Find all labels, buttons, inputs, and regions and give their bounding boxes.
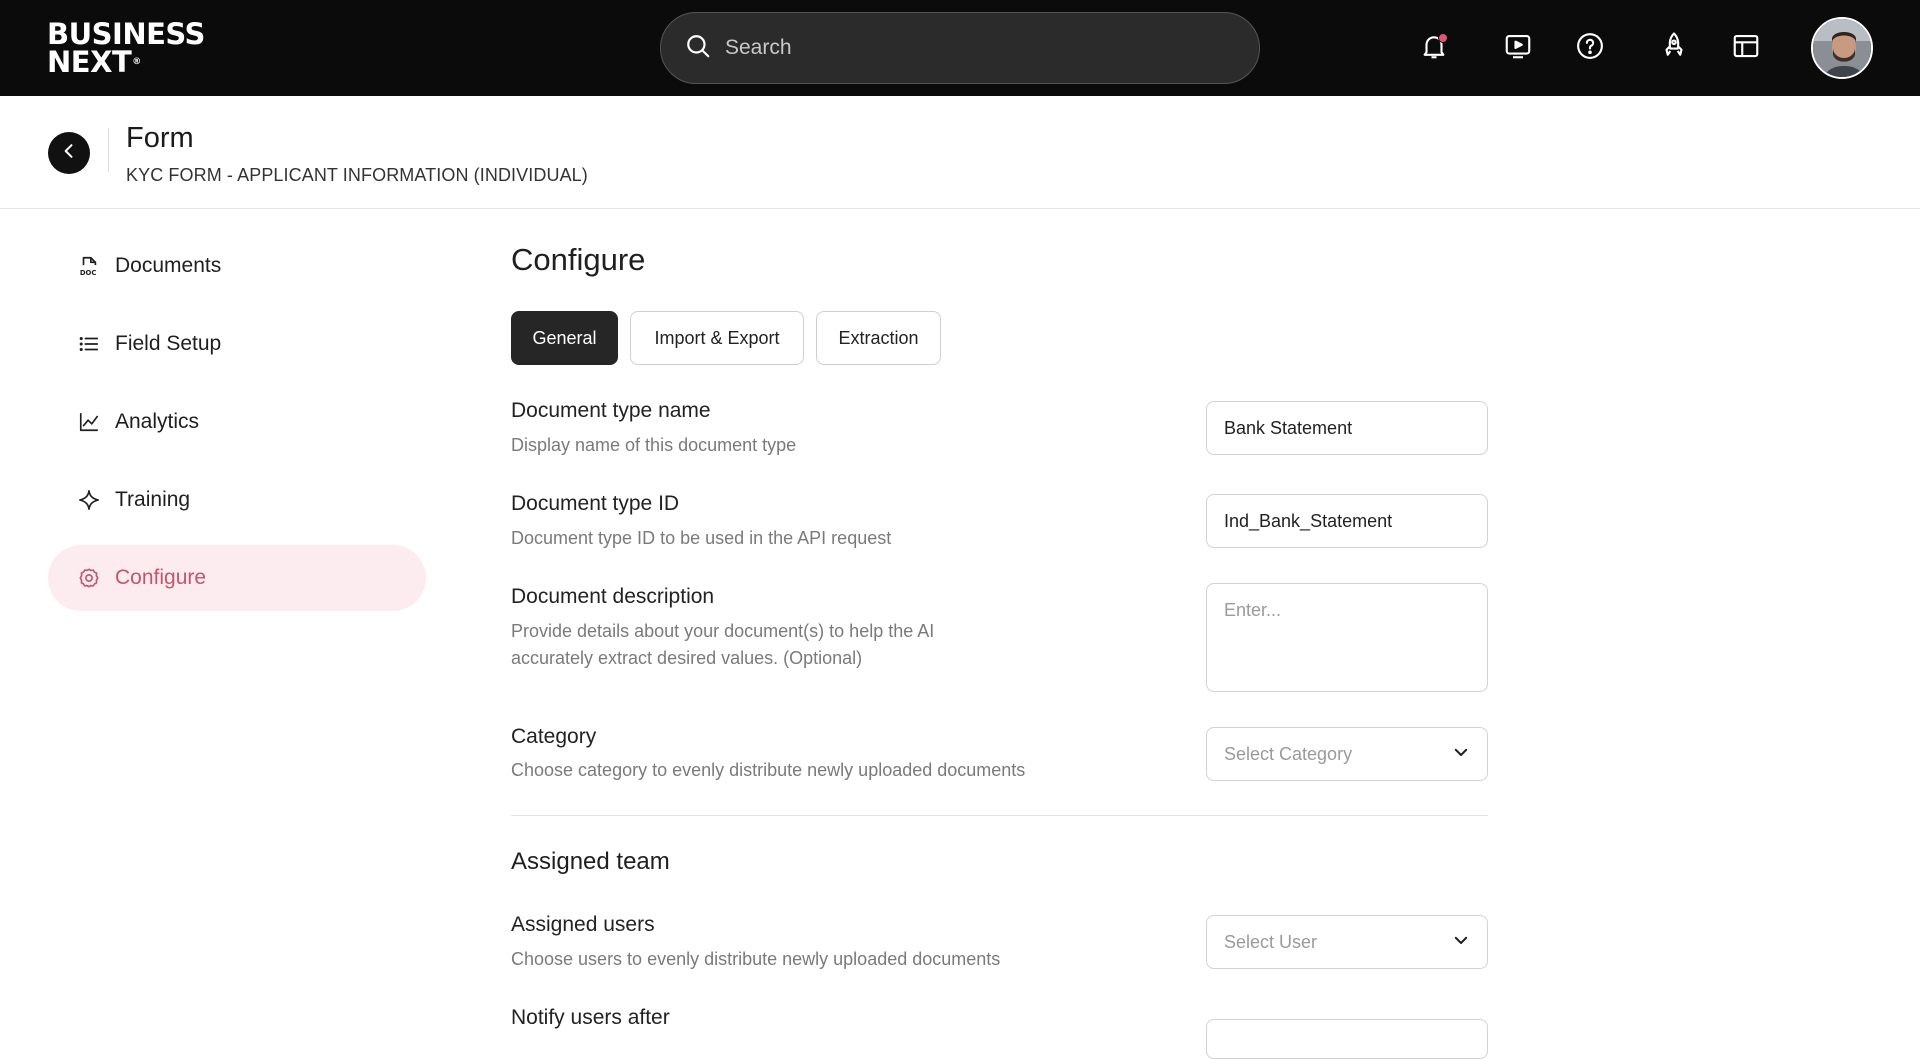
logo-line-1: BUSINESS: [47, 17, 205, 51]
launch-button[interactable]: [1654, 28, 1694, 68]
sidebar-item-field-setup[interactable]: Field Setup: [48, 311, 426, 377]
sidebar-item-analytics[interactable]: Analytics: [48, 389, 426, 455]
assigned-users-select[interactable]: Select User: [1206, 915, 1488, 969]
chevron-left-icon: [59, 141, 79, 166]
assigned-users-label: Assigned users: [511, 913, 655, 936]
sidebar-item-configure[interactable]: Configure: [48, 545, 426, 611]
rocket-icon: [1659, 31, 1689, 66]
header-divider: [108, 128, 109, 172]
category-select-placeholder: Select Category: [1224, 743, 1353, 764]
top-bar: BUSINESS NEXT®: [0, 0, 1920, 96]
doc-description-help-line2: accurately extract desired values. (Opti…: [511, 648, 863, 668]
search-icon: [685, 33, 711, 64]
sparkle-icon: [78, 489, 100, 511]
doc-type-name-label: Document type name: [511, 399, 711, 422]
notifications-button[interactable]: [1414, 28, 1454, 68]
chevron-down-icon: [1452, 931, 1470, 954]
notify-users-label: Notify users after: [511, 1006, 670, 1029]
doc-description-help-line1: Provide details about your document(s) t…: [511, 621, 935, 641]
section-title-configure: Configure: [511, 242, 646, 277]
notify-users-select[interactable]: [1206, 1019, 1488, 1059]
svg-text:DOC: DOC: [80, 269, 97, 277]
video-tutorials-button[interactable]: [1498, 28, 1538, 68]
doc-description-textarea[interactable]: [1206, 583, 1488, 692]
chevron-down-icon: [1452, 743, 1470, 766]
sidebar-item-label: Configure: [115, 566, 207, 589]
assigned-users-select-placeholder: Select User: [1224, 931, 1318, 952]
layout-button[interactable]: [1726, 28, 1766, 68]
assigned-team-title: Assigned team: [511, 848, 670, 875]
category-description: Choose category to evenly distribute new…: [511, 760, 1026, 780]
doc-description-label: Document description: [511, 585, 715, 608]
assigned-users-description: Choose users to evenly distribute newly …: [511, 949, 1001, 969]
sidebar-item-documents[interactable]: DOC Documents: [48, 233, 426, 299]
help-button[interactable]: [1570, 28, 1610, 68]
sidebar-item-label: Field Setup: [115, 332, 222, 355]
user-avatar[interactable]: [1811, 17, 1873, 79]
document-icon: DOC: [78, 255, 100, 277]
section-divider: [511, 815, 1488, 816]
doc-type-id-input[interactable]: [1206, 494, 1488, 548]
tab-general[interactable]: General: [511, 311, 618, 365]
page-header: Form KYC FORM - APPLICANT INFORMATION (I…: [0, 96, 1920, 209]
sidebar-item-label: Documents: [115, 254, 222, 277]
page-title: Form: [126, 122, 194, 154]
search-bar[interactable]: [660, 12, 1260, 84]
sidebar-item-training[interactable]: Training: [48, 467, 426, 533]
notification-dot: [1438, 33, 1448, 43]
tab-import-export[interactable]: Import & Export: [630, 311, 804, 365]
doc-type-name-description: Display name of this document type: [511, 435, 797, 455]
sidebar-item-label: Analytics: [115, 410, 200, 433]
page-subtitle: KYC FORM - APPLICANT INFORMATION (INDIVI…: [126, 165, 588, 185]
video-play-icon: [1503, 31, 1533, 66]
category-select[interactable]: Select Category: [1206, 727, 1488, 781]
tab-extraction[interactable]: Extraction: [816, 311, 941, 365]
layout-icon: [1731, 31, 1761, 66]
list-icon: [78, 333, 100, 355]
gear-icon: [78, 567, 100, 589]
category-label: Category: [511, 725, 597, 748]
business-next-logo[interactable]: BUSINESS NEXT®: [47, 17, 205, 79]
logo-line-2: NEXT®: [47, 45, 141, 79]
chart-icon: [78, 411, 100, 433]
doc-type-id-description: Document type ID to be used in the API r…: [511, 528, 892, 548]
sidebar-item-label: Training: [115, 488, 191, 511]
doc-type-id-label: Document type ID: [511, 492, 680, 515]
doc-type-name-input[interactable]: [1206, 401, 1488, 455]
back-button[interactable]: [48, 132, 90, 174]
help-icon: [1575, 31, 1605, 66]
search-input[interactable]: [725, 36, 1225, 60]
